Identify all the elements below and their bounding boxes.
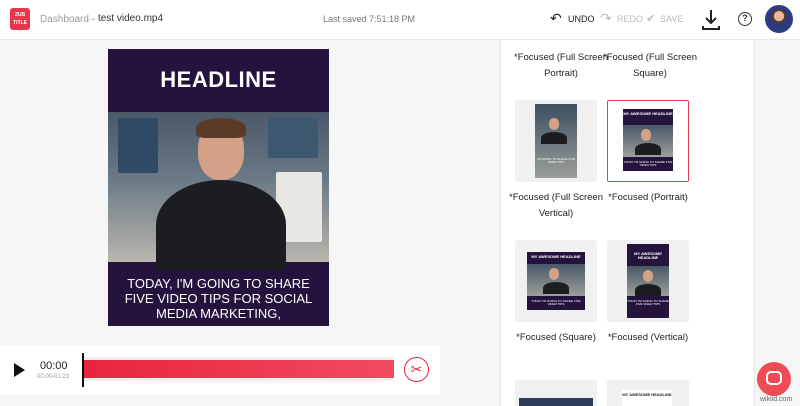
save-check-icon[interactable]: ✔ [646,12,655,25]
thumb-video [623,125,673,157]
time-range: 00:00-01:23 [37,374,70,380]
preview-video-frame [108,112,329,270]
thumb-video [627,266,669,296]
scissors-icon[interactable]: ✂ [404,357,429,382]
video-preview[interactable]: HEADLINE TODAY, I'M GOING TO SHARE FIVE … [108,49,329,326]
template-card-portrait[interactable]: MY AWESOME HEADLINE TODAY I'M GOING TO S… [607,100,689,182]
template-thumbnail [519,398,593,406]
last-saved-status: Last saved 7:51:18 PM [323,14,416,24]
thumb-headline: MY AWESOME HEADLINE [531,254,581,259]
download-icon[interactable] [701,8,721,32]
redo-icon[interactable]: ↷ [600,11,612,25]
thumb-headline: MY AWESOME HEADLINE [623,111,673,116]
file-name[interactable]: test video.mp4 [98,13,163,24]
template-label[interactable]: *Focused (Vertical) [593,330,703,346]
breadcrumb-arrow-icon: → [87,13,97,24]
app-logo[interactable]: ZUB TITLE [10,8,30,30]
thumb-face [549,268,559,280]
template-card-next[interactable] [515,380,597,406]
template-thumbnail: I'M GOING TO SHARE FIVE VIDEO TIPS [535,104,577,178]
timeline-track[interactable] [82,357,394,381]
template-card-next[interactable]: MY AWESOME HEADLINE [607,380,689,406]
save-button[interactable]: SAVE [660,14,683,24]
help-icon[interactable]: ? [738,12,752,26]
thumb-headline: MY AWESOME HEADLINE [634,251,662,260]
template-label[interactable]: *Focused (Full Screen Square) [595,50,705,82]
thumb-body [541,132,567,144]
play-icon[interactable] [12,362,26,378]
thumb-body [635,143,661,155]
preview-caption[interactable]: TODAY, I'M GOING TO SHARE FIVE VIDEO TIP… [108,262,329,326]
user-avatar[interactable] [765,5,793,33]
background-shelf [118,118,158,173]
template-thumbnail: MY AWESOME HEADLINE TODAY I'M GOING TO S… [623,109,673,171]
person-body [156,180,286,270]
template-card-vertical[interactable]: MY AWESOME HEADLINE TODAY I'M GOING TO S… [607,240,689,322]
thumb-body [543,282,569,294]
thumb-caption: TODAY I'M GOING TO SHARE FIVE VIDEO TIPS [531,299,581,306]
timeline-bar: 00:00 00:00-01:23 ✂ [0,345,440,395]
thumb-caption: TODAY I'M GOING TO SHARE FIVE VIDEO TIPS [623,160,673,167]
template-card-full-screen-vertical[interactable]: I'M GOING TO SHARE FIVE VIDEO TIPS [515,100,597,182]
thumb-face [641,129,651,141]
current-time: 00:00 [40,360,68,372]
top-bar: ZUB TITLE Dashboard → test video.mp4 Last… [0,0,800,40]
thumb-face [549,118,559,130]
template-thumbnail: MY AWESOME HEADLINE TODAY I'M GOING TO S… [527,252,585,310]
redo-button[interactable]: REDO [617,14,643,24]
template-thumbnail: MY AWESOME HEADLINE TODAY I'M GOING TO S… [627,244,669,318]
undo-button[interactable]: UNDO [568,14,595,24]
chat-icon[interactable] [766,371,782,385]
thumb-caption: I'M GOING TO SHARE FIVE VIDEO TIPS [536,157,576,164]
template-panel[interactable]: *Focused (Full Screen Portrait) *Focused… [500,40,755,406]
undo-icon[interactable]: ↶ [550,11,562,25]
timeline-clip[interactable] [82,360,394,378]
template-label[interactable]: *Focused (Portrait) [593,190,703,206]
thumb-video [527,264,585,296]
preview-headline[interactable]: HEADLINE [108,67,329,93]
background-shelf [268,118,318,158]
watermark: wikiid.com [760,396,793,403]
template-thumbnail: MY AWESOME HEADLINE [622,390,672,406]
breadcrumb-dashboard[interactable]: Dashboard [40,14,89,25]
person-hair [196,118,246,138]
thumb-headline: MY AWESOME HEADLINE [622,392,672,397]
thumb-body [635,284,661,296]
thumb-face [643,270,653,282]
thumb-caption: TODAY I'M GOING TO SHARE FIVE VIDEO TIPS [627,299,669,306]
playhead-handle[interactable] [82,353,84,387]
right-gutter [755,40,800,406]
template-card-square[interactable]: MY AWESOME HEADLINE TODAY I'M GOING TO S… [515,240,597,322]
